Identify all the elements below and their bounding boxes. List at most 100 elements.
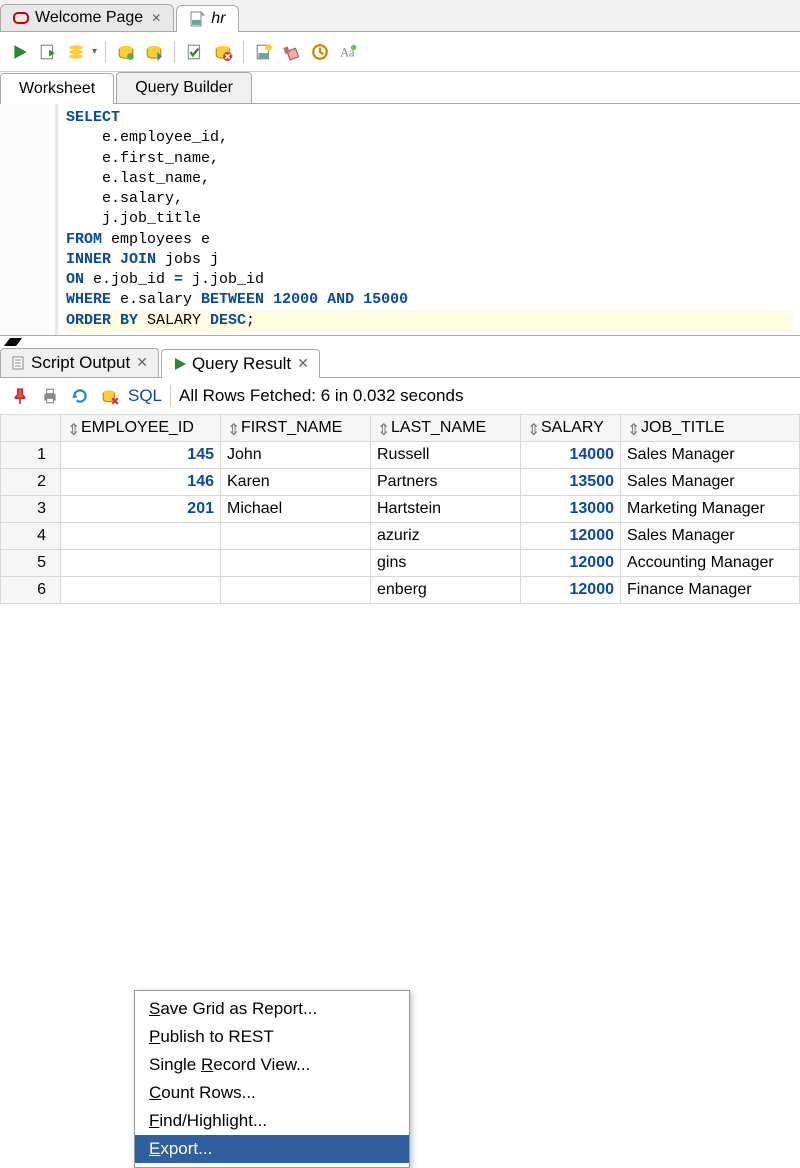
context-menu-item[interactable]: Export... bbox=[135, 1135, 409, 1163]
sql-file-icon bbox=[189, 11, 205, 27]
autotrace-icon[interactable] bbox=[114, 40, 138, 64]
cell-first-name[interactable] bbox=[221, 576, 371, 603]
explain-plan-icon[interactable] bbox=[64, 40, 88, 64]
cell-last-name[interactable]: enberg bbox=[371, 576, 521, 603]
sql-icon[interactable] bbox=[252, 40, 276, 64]
cell-salary[interactable]: 12000 bbox=[521, 522, 621, 549]
col-header-job-title[interactable]: ⇕JOB_TITLE bbox=[621, 414, 800, 441]
play-icon bbox=[172, 356, 188, 372]
cell-first-name[interactable]: John bbox=[221, 441, 371, 468]
cell-employee-id[interactable] bbox=[61, 549, 221, 576]
cell-last-name[interactable]: Partners bbox=[371, 468, 521, 495]
tab-script-output[interactable]: Script Output ✕ bbox=[0, 348, 159, 377]
table-row[interactable]: 1145JohnRussell14000Sales Manager bbox=[1, 441, 800, 468]
sort-icon: ⇕ bbox=[627, 420, 639, 436]
rollback-checkmark-icon[interactable] bbox=[183, 40, 207, 64]
sql-editor[interactable]: SELECT e.employee_id, e.first_name, e.la… bbox=[0, 104, 800, 336]
format-icon[interactable]: Aa bbox=[336, 40, 360, 64]
col-header-last-name[interactable]: ⇕LAST_NAME bbox=[371, 414, 521, 441]
close-icon[interactable]: ✕ bbox=[297, 355, 309, 372]
oracle-icon bbox=[13, 10, 29, 26]
sort-icon: ⇕ bbox=[377, 420, 389, 436]
tab-label: Script Output bbox=[31, 353, 130, 373]
file-tab-bar: Welcome Page ✕ hr bbox=[0, 0, 800, 32]
delete-db-icon[interactable] bbox=[98, 384, 122, 408]
result-grid-wrapper: ⇕EMPLOYEE_ID ⇕FIRST_NAME ⇕LAST_NAME ⇕SAL… bbox=[0, 414, 800, 604]
cell-job-title[interactable]: Finance Manager bbox=[621, 576, 800, 603]
cell-first-name[interactable] bbox=[221, 522, 371, 549]
cell-last-name[interactable]: Russell bbox=[371, 441, 521, 468]
cell-job-title[interactable]: Marketing Manager bbox=[621, 495, 800, 522]
print-icon[interactable] bbox=[38, 384, 62, 408]
cell-first-name[interactable]: Michael bbox=[221, 495, 371, 522]
cell-first-name[interactable]: Karen bbox=[221, 468, 371, 495]
cell-employee-id[interactable] bbox=[61, 576, 221, 603]
col-header-salary[interactable]: ⇕SALARY bbox=[521, 414, 621, 441]
table-row[interactable]: 5gins12000Accounting Manager bbox=[1, 549, 800, 576]
context-menu-item[interactable]: Save Grid as Report... bbox=[135, 995, 409, 1023]
file-tab-welcome[interactable]: Welcome Page ✕ bbox=[0, 4, 174, 31]
status-text: All Rows Fetched: 6 in 0.032 seconds bbox=[179, 386, 463, 406]
cell-last-name[interactable]: Hartstein bbox=[371, 495, 521, 522]
cell-job-title[interactable]: Sales Manager bbox=[621, 468, 800, 495]
table-row[interactable]: 2146KarenPartners13500Sales Manager bbox=[1, 468, 800, 495]
cell-job-title[interactable]: Accounting Manager bbox=[621, 549, 800, 576]
cell-salary[interactable]: 13000 bbox=[521, 495, 621, 522]
commit-icon[interactable] bbox=[142, 40, 166, 64]
run-script-icon[interactable] bbox=[36, 40, 60, 64]
cell-job-title[interactable]: Sales Manager bbox=[621, 441, 800, 468]
result-grid[interactable]: ⇕EMPLOYEE_ID ⇕FIRST_NAME ⇕LAST_NAME ⇕SAL… bbox=[0, 414, 800, 604]
cell-employee-id[interactable] bbox=[61, 522, 221, 549]
cell-salary[interactable]: 14000 bbox=[521, 441, 621, 468]
sort-icon: ⇕ bbox=[227, 420, 239, 436]
row-number: 3 bbox=[1, 495, 61, 522]
file-tab-label: Welcome Page bbox=[35, 9, 143, 27]
tab-query-result[interactable]: Query Result ✕ bbox=[161, 349, 320, 378]
tab-worksheet[interactable]: Worksheet bbox=[0, 73, 114, 104]
history-icon[interactable] bbox=[308, 40, 332, 64]
cell-last-name[interactable]: azuriz bbox=[371, 522, 521, 549]
clear-icon[interactable] bbox=[280, 40, 304, 64]
tab-label: Worksheet bbox=[19, 80, 95, 97]
cell-job-title[interactable]: Sales Manager bbox=[621, 522, 800, 549]
sort-icon: ⇕ bbox=[67, 420, 79, 436]
cell-employee-id[interactable]: 145 bbox=[61, 441, 221, 468]
context-menu-item[interactable]: Publish to REST bbox=[135, 1023, 409, 1051]
row-number: 6 bbox=[1, 576, 61, 603]
cell-employee-id[interactable]: 146 bbox=[61, 468, 221, 495]
cancel-db-icon[interactable] bbox=[211, 40, 235, 64]
col-header-employee-id[interactable]: ⇕EMPLOYEE_ID bbox=[61, 414, 221, 441]
context-menu-item[interactable]: Count Rows... bbox=[135, 1079, 409, 1107]
sql-link[interactable]: SQL bbox=[128, 386, 162, 406]
close-icon[interactable]: ✕ bbox=[136, 354, 148, 371]
table-row[interactable]: 6 enberg12000Finance Manager bbox=[1, 576, 800, 603]
close-icon[interactable]: ✕ bbox=[151, 11, 161, 25]
tab-query-builder[interactable]: Query Builder bbox=[116, 72, 252, 103]
cell-first-name[interactable] bbox=[221, 549, 371, 576]
table-row[interactable]: 3201MichaelHartstein13000Marketing Manag… bbox=[1, 495, 800, 522]
col-header-first-name[interactable]: ⇕FIRST_NAME bbox=[221, 414, 371, 441]
split-handle[interactable] bbox=[0, 336, 800, 348]
file-tab-label: hr bbox=[211, 10, 225, 28]
worksheet-tab-bar: Worksheet Query Builder bbox=[0, 72, 800, 104]
cell-salary[interactable]: 12000 bbox=[521, 549, 621, 576]
refresh-icon[interactable] bbox=[68, 384, 92, 408]
context-menu-item[interactable]: Find/Highlight... bbox=[135, 1107, 409, 1135]
row-number: 2 bbox=[1, 468, 61, 495]
context-menu-item[interactable]: Single Record View... bbox=[135, 1051, 409, 1079]
separator bbox=[174, 41, 175, 63]
run-icon[interactable] bbox=[8, 40, 32, 64]
grid-corner bbox=[1, 414, 61, 441]
separator bbox=[105, 41, 106, 63]
editor-content[interactable]: SELECT e.employee_id, e.first_name, e.la… bbox=[58, 104, 800, 335]
cell-salary[interactable]: 12000 bbox=[521, 576, 621, 603]
main-toolbar: ▾ Aa bbox=[0, 32, 800, 72]
result-tab-bar: Script Output ✕ Query Result ✕ bbox=[0, 348, 800, 378]
row-number: 1 bbox=[1, 441, 61, 468]
pin-icon[interactable] bbox=[8, 384, 32, 408]
cell-employee-id[interactable]: 201 bbox=[61, 495, 221, 522]
cell-salary[interactable]: 13500 bbox=[521, 468, 621, 495]
table-row[interactable]: 4azuriz12000Sales Manager bbox=[1, 522, 800, 549]
file-tab-hr[interactable]: hr bbox=[176, 5, 238, 32]
cell-last-name[interactable]: gins bbox=[371, 549, 521, 576]
